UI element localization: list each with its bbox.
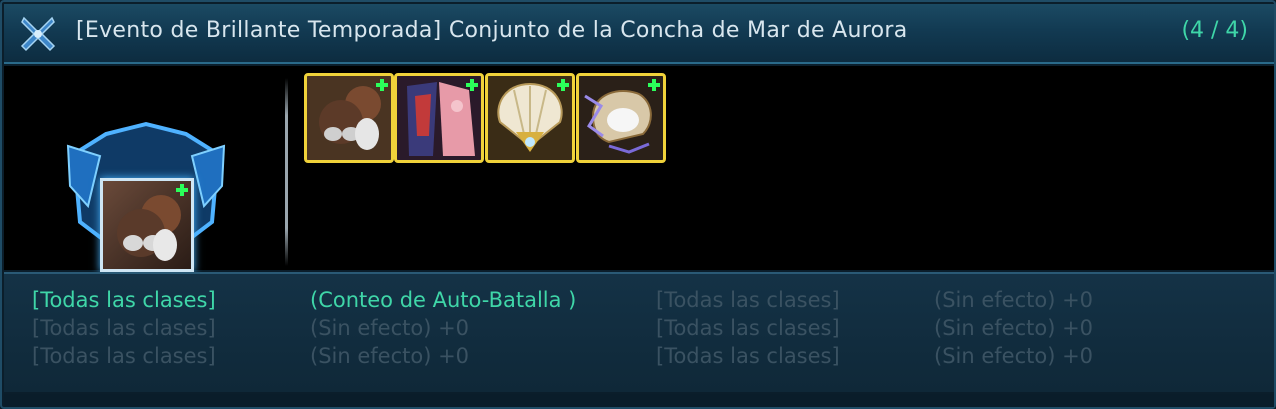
stat-effect-label: (Sin efecto) +0 [934,344,1094,368]
pearl-shell-item[interactable] [576,73,666,163]
stat-class-label: [Todas las clases] [32,316,216,340]
panel-header: [Evento de Brillante Temporada] Conjunto… [4,4,1274,64]
costume-badge-icon[interactable] [100,178,194,272]
panel-footer [4,394,1274,407]
plus-icon [176,184,188,196]
set-info-panel: [Evento de Brillante Temporada] Conjunto… [0,0,1276,409]
shell-crown-item[interactable] [485,73,575,163]
crossed-swords-emblem-icon [20,16,56,52]
plus-icon [648,79,660,91]
stat-class-label: [Todas las clases] [656,288,840,312]
plus-icon [376,79,388,91]
stat-effect-label: (Sin efecto) +0 [934,316,1094,340]
outfit-item[interactable] [394,73,484,163]
stat-class-label: [Todas las clases] [32,288,216,312]
stat-effect-label: (Sin efecto) +0 [934,288,1094,312]
set-content [4,66,1274,274]
set-bonus-stats: [Todas las clases] (Conteo de Auto-Batal… [4,272,1274,392]
stat-class-label: [Todas las clases] [656,344,840,368]
stat-row: [Todas las clases] (Sin efecto) +0 [Toda… [4,316,1274,344]
stat-row: [Todas las clases] (Conteo de Auto-Batal… [4,288,1274,316]
plus-icon [466,79,478,91]
plus-icon [557,79,569,91]
stat-effect-label: (Sin efecto) +0 [310,316,470,340]
stat-row: [Todas las clases] (Sin efecto) +0 [Toda… [4,344,1274,372]
stat-class-label: [Todas las clases] [32,344,216,368]
set-piece-count: (4 / 4) [1181,18,1248,43]
stat-class-label: [Todas las clases] [656,316,840,340]
stat-effect-label: (Sin efecto) +0 [310,344,470,368]
hair-accessory-item[interactable] [304,73,394,163]
set-title: [Evento de Brillante Temporada] Conjunto… [76,18,908,43]
stat-effect-label: (Conteo de Auto-Batalla ) [310,288,577,312]
divider [285,78,288,266]
